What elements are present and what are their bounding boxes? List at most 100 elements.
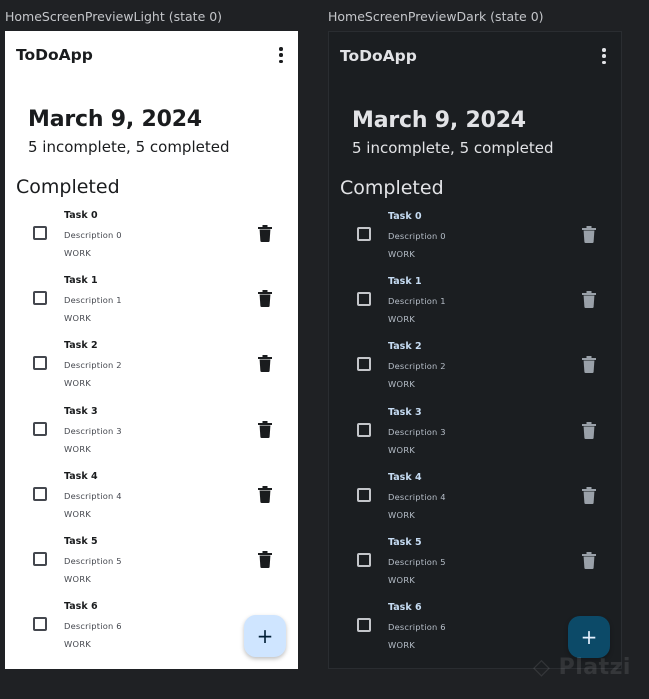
task-row: Task 2 Description 2 WORK	[329, 337, 621, 402]
task-category: WORK	[64, 639, 92, 650]
trash-icon[interactable]	[258, 290, 272, 308]
task-row: Task 3 Description 3 WORK	[329, 403, 621, 468]
task-row: Task 1 Description 1 WORK	[329, 272, 621, 337]
task-checkbox[interactable]	[357, 357, 371, 372]
task-description: Description 5	[64, 555, 122, 566]
task-checkbox[interactable]	[357, 552, 371, 567]
task-checkbox[interactable]	[33, 226, 47, 240]
task-name: Task 6	[388, 602, 422, 614]
task-category: WORK	[388, 444, 416, 455]
trash-icon[interactable]	[258, 485, 272, 503]
task-row: Task 4 Description 4 WORK	[329, 468, 621, 533]
task-checkbox[interactable]	[33, 551, 47, 566]
task-row: Task 2 Description 2 WORK	[5, 336, 298, 401]
preview-label-light: HomeScreenPreviewLight (state 0)	[5, 9, 223, 24]
task-checkbox[interactable]	[33, 486, 47, 501]
task-category: WORK	[388, 509, 416, 520]
task-category: WORK	[388, 249, 416, 259]
app-title: ToDoApp	[16, 46, 93, 64]
add-task-button[interactable]: +	[244, 615, 286, 657]
task-name: Task 3	[64, 405, 98, 417]
task-checkbox[interactable]	[33, 356, 47, 371]
task-row: Task 4 Description 4 WORK	[5, 467, 298, 532]
section-title-completed: Completed	[16, 176, 120, 198]
top-app-bar: ToDoApp	[329, 32, 621, 82]
task-checkbox[interactable]	[33, 421, 47, 436]
task-category: WORK	[388, 379, 416, 390]
task-description: Description 3	[388, 426, 446, 437]
task-category: WORK	[64, 508, 92, 519]
task-category: WORK	[64, 573, 92, 584]
task-name: Task 0	[388, 211, 422, 222]
task-name: Task 6	[64, 601, 98, 613]
task-name: Task 1	[388, 276, 422, 288]
task-description: Description 0	[388, 231, 446, 241]
task-row: Task 0 Description 0 WORK	[329, 207, 621, 272]
task-description: Description 6	[64, 621, 122, 632]
trash-icon[interactable]	[582, 356, 596, 374]
task-checkbox[interactable]	[33, 617, 47, 632]
task-category: WORK	[64, 248, 92, 258]
trash-icon[interactable]	[258, 550, 272, 568]
task-checkbox[interactable]	[357, 292, 371, 307]
task-description: Description 2	[388, 361, 446, 372]
task-description: Description 4	[64, 490, 122, 501]
home-screen-dark: ToDoApp March 9, 2024 5 incomplete, 5 co…	[328, 31, 622, 669]
more-vert-icon[interactable]	[597, 48, 611, 64]
task-category: WORK	[64, 313, 92, 324]
trash-icon[interactable]	[258, 420, 272, 438]
task-category: WORK	[64, 378, 92, 389]
task-name: Task 4	[388, 471, 422, 483]
task-name: Task 1	[64, 275, 98, 287]
task-row: Task 3 Description 3 WORK	[5, 402, 298, 467]
task-description: Description 4	[388, 491, 446, 502]
task-category: WORK	[388, 640, 416, 651]
task-summary: 5 incomplete, 5 completed	[28, 138, 230, 156]
task-category: WORK	[388, 314, 416, 325]
task-checkbox[interactable]	[357, 487, 371, 502]
task-name: Task 4	[64, 470, 98, 482]
date-heading: March 9, 2024	[28, 107, 202, 132]
section-title-completed: Completed	[340, 177, 444, 199]
task-description: Description 1	[64, 295, 122, 306]
task-category: WORK	[64, 443, 92, 454]
top-app-bar: ToDoApp	[5, 31, 298, 81]
trash-icon[interactable]	[582, 486, 596, 504]
task-name: Task 2	[388, 341, 422, 353]
task-description: Description 5	[388, 556, 446, 567]
trash-icon[interactable]	[258, 355, 272, 373]
trash-icon[interactable]	[582, 226, 596, 243]
task-row: Task 1 Description 1 WORK	[5, 271, 298, 336]
task-name: Task 0	[64, 210, 98, 221]
task-category: WORK	[388, 574, 416, 585]
task-summary: 5 incomplete, 5 completed	[352, 139, 554, 157]
home-screen-light: ToDoApp March 9, 2024 5 incomplete, 5 co…	[5, 31, 298, 669]
task-name: Task 3	[388, 406, 422, 418]
date-heading: March 9, 2024	[352, 108, 526, 133]
task-description: Description 3	[64, 425, 122, 436]
task-description: Description 0	[64, 230, 122, 240]
task-checkbox[interactable]	[33, 291, 47, 306]
trash-icon[interactable]	[582, 421, 596, 439]
task-checkbox[interactable]	[357, 618, 371, 633]
task-name: Task 5	[64, 535, 98, 547]
task-name: Task 2	[64, 340, 98, 352]
task-list: Task 0 Description 0 WORK Task 1 Description…	[329, 207, 621, 663]
app-title: ToDoApp	[340, 47, 417, 65]
task-row: Task 5 Description 5 WORK	[329, 533, 621, 598]
task-list: Task 0 Description 0 WORK Task 1 Description…	[5, 206, 298, 662]
task-description: Description 2	[64, 360, 122, 371]
task-name: Task 5	[388, 536, 422, 548]
task-checkbox[interactable]	[357, 227, 371, 241]
platzi-watermark-logo: ◇ Platzi	[533, 655, 631, 680]
task-row: Task 0 Description 0 WORK	[5, 206, 298, 271]
task-description: Description 6	[388, 622, 446, 633]
task-checkbox[interactable]	[357, 422, 371, 437]
add-task-button[interactable]: +	[568, 616, 610, 658]
task-description: Description 1	[388, 296, 446, 307]
trash-icon[interactable]	[258, 225, 272, 242]
task-row: Task 5 Description 5 WORK	[5, 532, 298, 597]
trash-icon[interactable]	[582, 551, 596, 569]
trash-icon[interactable]	[582, 291, 596, 309]
more-vert-icon[interactable]	[274, 47, 288, 63]
